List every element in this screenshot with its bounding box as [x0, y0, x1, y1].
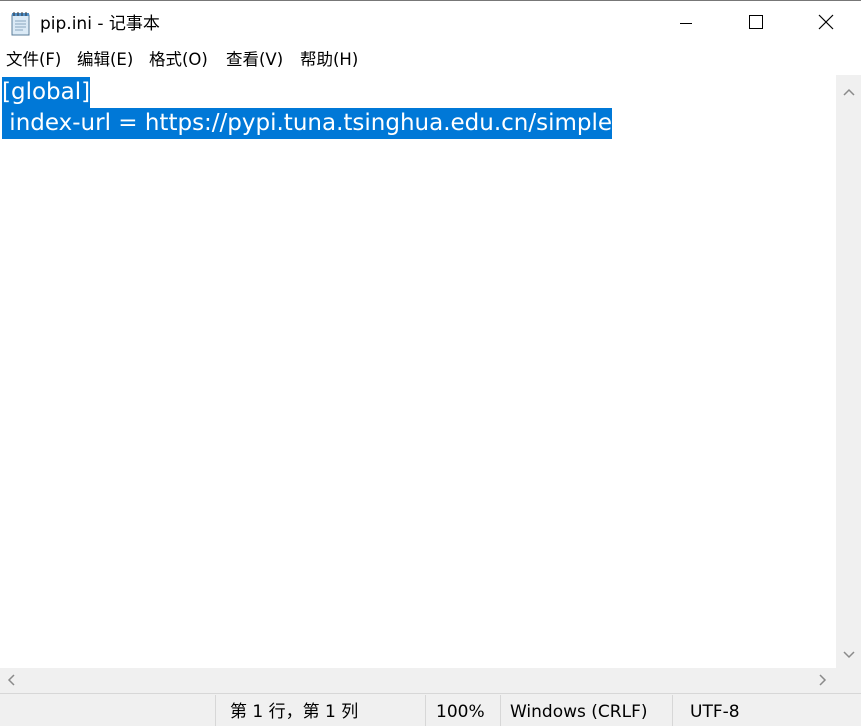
status-divider	[672, 695, 673, 726]
close-button[interactable]	[791, 1, 861, 47]
status-cursor-position: 第 1 行，第 1 列	[230, 702, 359, 722]
notepad-icon[interactable]	[10, 12, 32, 36]
status-bar: 第 1 行，第 1 列 100% Windows (CRLF) UTF-8	[0, 693, 861, 726]
maximize-button[interactable]	[721, 1, 791, 47]
status-line-ending: Windows (CRLF)	[510, 702, 648, 722]
scroll-up-button[interactable]	[836, 79, 861, 101]
menu-edit[interactable]: 编辑(E)	[77, 49, 133, 71]
horizontal-scrollbar[interactable]	[0, 668, 836, 693]
menu-help[interactable]: 帮助(H)	[300, 49, 358, 71]
status-divider	[215, 695, 216, 726]
close-icon	[818, 14, 834, 34]
scrollbar-corner	[836, 668, 861, 693]
chevron-left-icon	[7, 671, 15, 690]
editor-line-1[interactable]: [global]	[2, 77, 91, 108]
chevron-up-icon	[842, 81, 855, 100]
menu-format[interactable]: 格式(O)	[149, 49, 208, 71]
chevron-down-icon	[842, 644, 855, 663]
scroll-left-button[interactable]	[0, 668, 22, 693]
window-title: pip.ini - 记事本	[40, 14, 160, 34]
menu-file[interactable]: 文件(F)	[6, 49, 61, 71]
chevron-right-icon	[819, 671, 827, 690]
status-divider	[500, 695, 501, 726]
text-editor[interactable]: [global] index-url = https://pypi.tuna.t…	[0, 75, 836, 668]
scroll-down-button[interactable]	[836, 642, 861, 664]
title-bar: pip.ini - 记事本	[0, 0, 861, 46]
maximize-icon	[748, 14, 764, 34]
menu-view[interactable]: 查看(V)	[226, 49, 283, 71]
scroll-right-button[interactable]	[812, 668, 834, 693]
status-encoding: UTF-8	[690, 702, 740, 722]
editor-line-2[interactable]: index-url = https://pypi.tuna.tsinghua.e…	[2, 108, 613, 139]
menu-bar: 文件(F) 编辑(E) 格式(O) 查看(V) 帮助(H)	[0, 46, 861, 75]
vertical-scrollbar[interactable]	[836, 75, 861, 668]
status-divider	[425, 695, 426, 726]
status-zoom: 100%	[436, 702, 485, 722]
minimize-icon	[679, 15, 693, 34]
minimize-button[interactable]	[651, 1, 721, 47]
